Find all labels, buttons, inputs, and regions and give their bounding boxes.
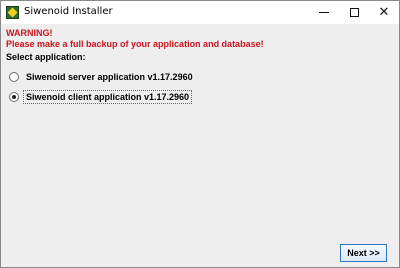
next-button[interactable]: Next >> bbox=[340, 244, 387, 262]
option-client[interactable]: Siwenoid client application v1.17.2960 bbox=[9, 90, 193, 104]
content-panel: WARNING! Please make a full backup of yo… bbox=[1, 24, 399, 267]
minimize-button[interactable] bbox=[309, 1, 339, 24]
installer-window: Siwenoid Installer ✕ WARNING! Please mak… bbox=[0, 0, 400, 268]
option-server-label[interactable]: Siwenoid server application v1.17.2960 bbox=[24, 71, 195, 83]
warning-message: Please make a full backup of your applic… bbox=[6, 39, 264, 49]
window-title: Siwenoid Installer bbox=[24, 6, 113, 17]
app-icon bbox=[6, 6, 19, 19]
minimize-icon bbox=[319, 12, 329, 13]
close-button[interactable]: ✕ bbox=[369, 1, 399, 24]
select-application-label: Select application: bbox=[6, 52, 86, 62]
option-server[interactable]: Siwenoid server application v1.17.2960 bbox=[9, 70, 195, 84]
radio-client[interactable] bbox=[9, 92, 19, 102]
title-bar[interactable]: Siwenoid Installer ✕ bbox=[1, 1, 399, 24]
maximize-button[interactable] bbox=[339, 1, 369, 24]
warning-heading: WARNING! bbox=[6, 28, 53, 38]
radio-server[interactable] bbox=[9, 72, 19, 82]
option-client-label[interactable]: Siwenoid client application v1.17.2960 bbox=[22, 90, 193, 104]
maximize-icon bbox=[349, 8, 359, 17]
close-icon: ✕ bbox=[378, 5, 390, 20]
